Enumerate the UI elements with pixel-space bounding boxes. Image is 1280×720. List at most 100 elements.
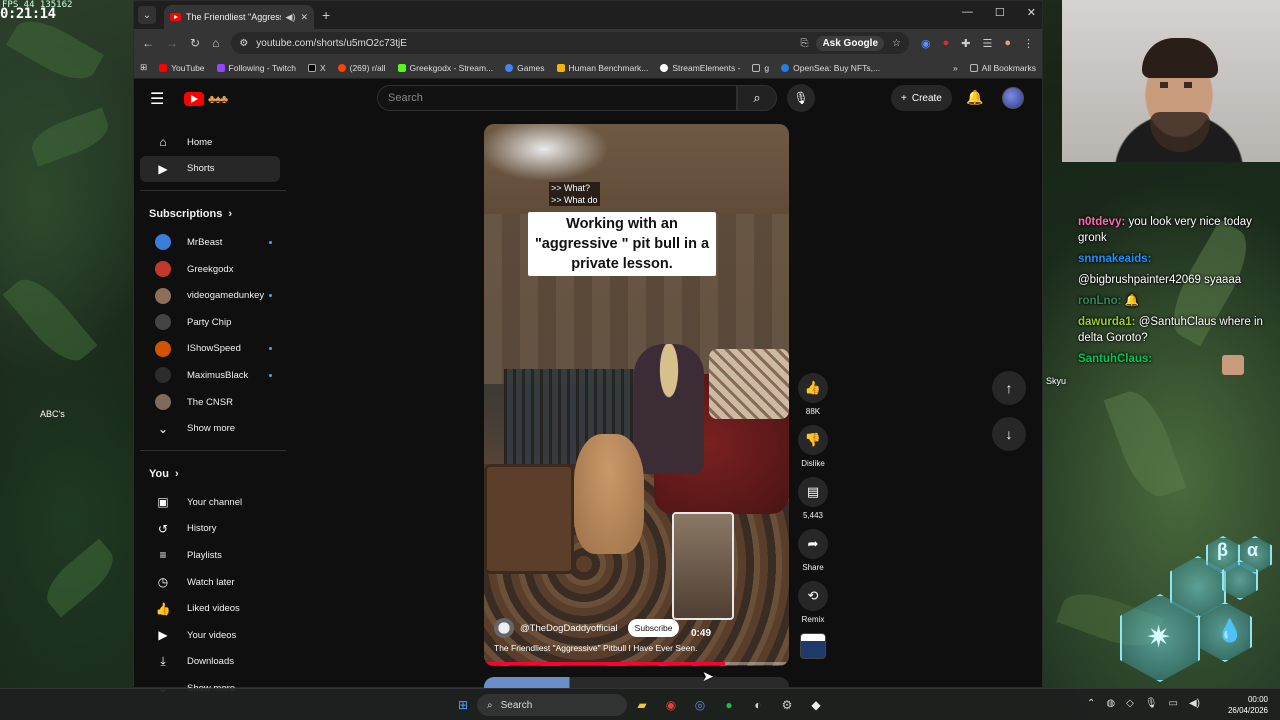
- all-bookmarks[interactable]: All Bookmarks: [969, 63, 1036, 73]
- sidebar-item-download[interactable]: ⤓ Downloads: [140, 649, 280, 676]
- hamburger-menu-icon[interactable]: ☰: [150, 89, 170, 109]
- bookmark-item[interactable]: (269) r/all: [337, 63, 386, 73]
- install-icon[interactable]: ⎘: [800, 38, 808, 49]
- share-button[interactable]: ➦: [798, 529, 828, 559]
- shorts-video-player[interactable]: >> What? >> What do Working with an "agg…: [484, 124, 789, 666]
- bookmark-item[interactable]: YouTube: [159, 63, 205, 73]
- bookmark-item[interactable]: Following - Twitch: [216, 63, 296, 73]
- spotify-icon[interactable]: ●: [719, 695, 739, 715]
- microphone-icon[interactable]: 🎙: [1145, 698, 1158, 709]
- tab-search-button[interactable]: ⌄: [138, 6, 156, 24]
- close-tab-icon[interactable]: ✕: [300, 12, 308, 23]
- sidebar-subscription-item[interactable]: MrBeast: [140, 229, 280, 256]
- app-icon[interactable]: ⚙: [777, 695, 797, 715]
- bookmark-item[interactable]: Human Benchmark...: [556, 63, 648, 73]
- channel-name[interactable]: @TheDogDaddyofficial: [520, 623, 618, 634]
- video-title[interactable]: The Friendliest "Aggressive" Pitbull I H…: [494, 643, 698, 653]
- previous-short-button[interactable]: ↑: [992, 371, 1026, 405]
- subscriptions-header[interactable]: Subscriptions ›: [134, 199, 286, 229]
- bookmark-item[interactable]: X: [307, 63, 326, 73]
- sidebar-item-like[interactable]: 👍 Liked videos: [140, 595, 280, 622]
- sidebar-item-channel[interactable]: ▣ Your channel: [140, 489, 280, 516]
- create-button[interactable]: + Create: [891, 85, 952, 111]
- puzzle-icon[interactable]: ✚: [961, 37, 970, 50]
- sidebar-subscription-item[interactable]: The CNSR: [140, 389, 280, 416]
- bookmark-folder[interactable]: g: [752, 63, 769, 73]
- menu-icon[interactable]: ⋮: [1023, 37, 1034, 50]
- bookmark-star-icon[interactable]: ☆: [892, 38, 901, 49]
- sidebar-item-shorts[interactable]: ▶ Shorts: [140, 155, 280, 183]
- bookmark-item[interactable]: OpenSea: Buy NFTs,...: [781, 63, 880, 73]
- speaker-icon[interactable]: ◀): [286, 12, 296, 23]
- home-icon[interactable]: ⌂: [212, 36, 219, 50]
- progress-bar[interactable]: [484, 662, 789, 665]
- comments-button[interactable]: ▤: [798, 477, 828, 507]
- you-header[interactable]: You ›: [134, 459, 286, 489]
- network-icon[interactable]: ▭: [1169, 698, 1178, 709]
- remix-button[interactable]: ⟲: [798, 581, 828, 611]
- youtube-logo[interactable]: ♣♠♣: [184, 92, 228, 106]
- chat-username[interactable]: snnnakeaids:: [1078, 253, 1152, 265]
- sidebar-subscription-item[interactable]: IShowSpeed: [140, 336, 280, 363]
- maximize-icon[interactable]: ☐: [995, 6, 1005, 19]
- obs-icon[interactable]: ◆: [806, 695, 826, 715]
- sidebar-item-your-videos[interactable]: ▶ Your videos: [140, 622, 280, 649]
- forward-icon[interactable]: →: [166, 36, 178, 50]
- extension-icon[interactable]: ◉: [921, 37, 931, 50]
- chat-username[interactable]: ronLno:: [1078, 295, 1121, 307]
- bookmark-item[interactable]: Games: [505, 63, 545, 73]
- chat-username[interactable]: SantuhClaus:: [1078, 353, 1152, 365]
- channel-avatar[interactable]: [494, 618, 514, 638]
- more-bookmarks-icon[interactable]: »: [953, 63, 958, 73]
- sound-thumbnail[interactable]: [800, 633, 826, 659]
- tray-app-icon[interactable]: ◍: [1106, 698, 1115, 709]
- apps-icon[interactable]: ⊞: [140, 62, 147, 73]
- site-info-icon[interactable]: ⚙: [239, 38, 248, 49]
- volume-icon[interactable]: ◀): [1189, 698, 1200, 709]
- start-button[interactable]: ⊞: [453, 695, 473, 715]
- account-avatar[interactable]: [1002, 87, 1024, 109]
- search-input[interactable]: Search: [377, 85, 737, 111]
- active-tab[interactable]: The Friendliest "Aggressive" ◀) ✕: [164, 5, 314, 29]
- tray-app-icon[interactable]: ◇: [1126, 698, 1134, 709]
- file-explorer-icon[interactable]: ▰: [632, 695, 652, 715]
- sidepanel-icon[interactable]: ☰: [982, 37, 992, 50]
- sidebar-subscription-item[interactable]: videogamedunkey: [140, 282, 280, 309]
- voice-search-button[interactable]: 🎙: [787, 84, 815, 112]
- search-button[interactable]: ⌕: [737, 85, 777, 111]
- taskbar-clock[interactable]: 00:00 26/04/2026: [1228, 694, 1268, 716]
- tab-title: The Friendliest "Aggressive": [186, 12, 281, 22]
- sidebar-subscription-item[interactable]: Party Chip: [140, 309, 280, 336]
- back-icon[interactable]: ←: [142, 36, 154, 50]
- extension-icon[interactable]: ●: [943, 37, 950, 50]
- tray-chevron-icon[interactable]: ⌃: [1087, 698, 1095, 709]
- next-short-button[interactable]: ↓: [992, 417, 1026, 451]
- address-bar[interactable]: ⚙ youtube.com/shorts/u5mO2c73tjE ⎘ Ask G…: [231, 32, 909, 54]
- show-more-subscriptions[interactable]: ⌄ Show more: [140, 415, 280, 442]
- sidebar-subscription-item[interactable]: Greekgodx: [140, 256, 280, 283]
- sidebar-item-history[interactable]: ↺ History: [140, 516, 280, 543]
- discord-icon[interactable]: ◎: [690, 695, 710, 715]
- section-title: Subscriptions: [149, 208, 223, 221]
- like-button[interactable]: 👍: [798, 373, 828, 403]
- subscribe-button[interactable]: Subscribe: [627, 619, 680, 637]
- chat-username[interactable]: dawurda1:: [1078, 316, 1136, 328]
- app-icon[interactable]: ◐: [748, 695, 768, 715]
- taskbar-search[interactable]: ⌕ Search: [477, 694, 627, 716]
- sidebar-item-home[interactable]: ⌂ Home: [140, 129, 280, 156]
- notifications-bell-icon[interactable]: 🔔: [966, 89, 983, 106]
- new-tab-button[interactable]: +: [322, 7, 330, 23]
- close-window-icon[interactable]: ✕: [1027, 6, 1036, 19]
- dislike-button[interactable]: 👎: [798, 425, 828, 455]
- reload-icon[interactable]: ↻: [190, 36, 200, 50]
- bookmark-item[interactable]: Greekgodx - Stream...: [397, 63, 493, 73]
- chrome-icon[interactable]: ◉: [661, 695, 681, 715]
- profile-icon[interactable]: ●: [1004, 37, 1011, 50]
- sidebar-item-watch-later[interactable]: ◷ Watch later: [140, 569, 280, 596]
- minimize-icon[interactable]: —: [962, 6, 973, 19]
- bookmark-item[interactable]: StreamElements -: [660, 63, 740, 73]
- chat-username[interactable]: n0tdevy:: [1078, 216, 1125, 228]
- ask-google-button[interactable]: Ask Google: [816, 35, 885, 51]
- sidebar-item-playlists[interactable]: ≡ Playlists: [140, 542, 280, 569]
- sidebar-subscription-item[interactable]: MaximusBlack: [140, 362, 280, 389]
